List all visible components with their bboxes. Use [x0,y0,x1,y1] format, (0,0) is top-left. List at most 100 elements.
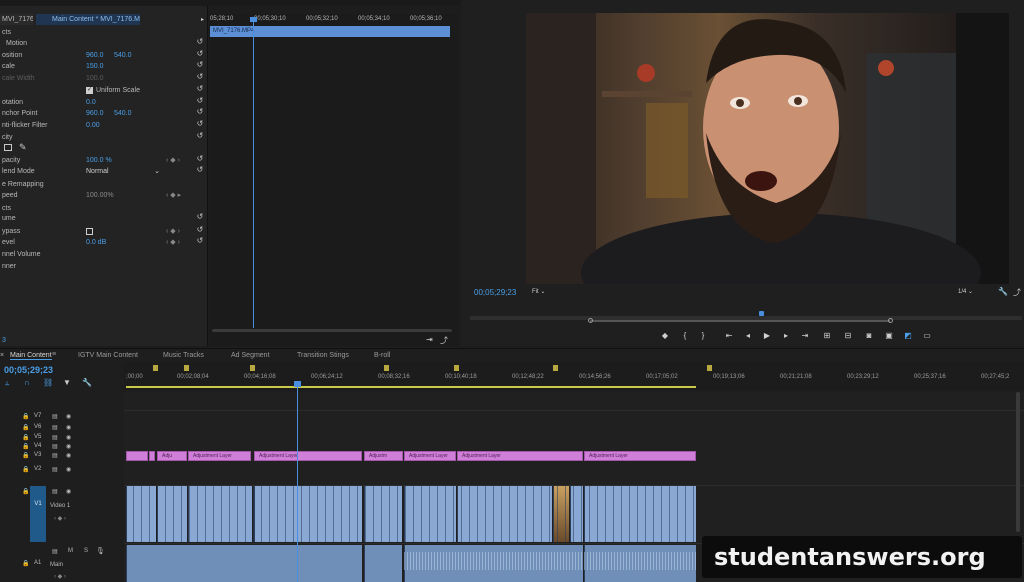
step-back-icon[interactable]: ◂ [743,331,753,340]
keyframe-nav-icon[interactable]: ‹ ◆ › [166,237,180,248]
source-patch-v1[interactable]: V1 [30,486,46,542]
eye-icon[interactable]: ◉ [66,413,71,420]
adjustment-layer-clip[interactable]: Adjustment Layer [584,451,696,461]
reset-icon[interactable]: ↺ [196,61,204,69]
sync-lock-icon[interactable]: ▤ [52,452,58,459]
reset-icon[interactable]: ↺ [196,226,204,234]
adjustment-layer-clip[interactable] [126,451,148,461]
vr-video-icon[interactable]: ◩ [903,331,913,340]
audio-clip[interactable] [364,545,402,582]
marker-icon[interactable] [153,365,158,371]
zoom-scroll-bar[interactable] [590,320,890,322]
timeline-playhead[interactable] [297,386,298,582]
program-timecode[interactable]: 00;05;29;23 [474,288,516,297]
tab-menu-icon[interactable]: ≡ [52,351,56,358]
timeline-settings-icon[interactable]: 🔧 [82,378,92,387]
reset-icon[interactable]: ↺ [196,213,204,221]
sync-lock-icon[interactable]: ▤ [52,466,58,473]
microphone-icon[interactable]: 🎙 [96,547,105,555]
lock-icon[interactable]: 🔒 [22,424,29,431]
eye-icon[interactable]: ◉ [66,434,71,441]
sync-lock-icon[interactable]: ▤ [52,488,58,495]
play-only-icon[interactable]: ▸ [201,16,204,23]
marker-icon[interactable] [553,365,558,371]
solo-icon[interactable]: S [84,548,88,554]
marker-icon[interactable] [184,365,189,371]
eye-icon[interactable]: ◉ [66,452,71,459]
eye-icon[interactable]: ◉ [66,488,71,495]
reset-icon[interactable]: ↺ [196,166,204,174]
lock-icon[interactable]: 🔒 [22,452,29,459]
adjustment-layer-clip[interactable] [149,451,155,461]
work-area-bar[interactable] [126,386,696,388]
tab-igtv-main-content[interactable]: IGTV Main Content [78,352,138,359]
play-icon[interactable]: ▶ [762,331,772,340]
fit-zoom-select[interactable]: Fit ⌄ [532,288,566,297]
tab-ad-segment[interactable]: Ad Segment [231,352,270,359]
reset-icon[interactable]: ↺ [196,38,204,46]
mini-zoom-scrollbar[interactable] [212,329,452,332]
zoom-handle-right[interactable] [888,318,893,323]
program-playhead[interactable] [759,311,764,316]
blend-mode-select[interactable]: Normal ⌄ [86,166,160,177]
eye-icon[interactable]: ◉ [66,424,71,431]
motion-effect-row[interactable]: Motion ↺ [0,38,208,49]
mask-shape-icon[interactable] [4,144,12,151]
lock-icon[interactable]: 🔒 [22,560,29,567]
bypass-row[interactable]: ypass ‹ ◆ › ↺ [0,226,208,237]
adjustment-layer-clip[interactable]: Adjustm [364,451,403,461]
adjustment-layer-clip[interactable]: Adjustment Layer [188,451,251,461]
sync-lock-icon[interactable]: ▤ [52,413,58,420]
sync-lock-icon[interactable]: ▤ [52,424,58,431]
marker-icon[interactable] [707,365,712,371]
lock-icon[interactable]: 🔒 [22,413,29,420]
filter-icon[interactable]: ⇥ [426,335,433,344]
reset-icon[interactable]: ↺ [196,97,204,105]
source-clip-tab[interactable]: MVI_7176.MP4 [0,14,33,25]
uniform-scale-checkbox[interactable]: ✓ [86,87,93,94]
sequence-clip-tab[interactable]: Main Content * MVI_7176.MP4 [36,14,140,25]
keyframe-nav-icon[interactable]: ‹ ◆ › [166,155,180,166]
linked-selection-icon[interactable]: ⛓ [43,378,53,387]
marker-icon[interactable] [250,365,255,371]
tab-transition-stings[interactable]: Transition Stings [297,352,349,359]
export-icon[interactable]: ⤴ [1013,287,1021,298]
add-marker-icon[interactable]: ◆ [660,331,670,340]
lock-icon[interactable]: 🔒 [22,434,29,441]
lock-icon[interactable]: 🔒 [22,443,29,450]
anti-flicker-row[interactable]: nti-flicker Filter 0.00 ↺ [0,120,208,131]
uniform-scale-row[interactable]: ✓ Uniform Scale ↺ [0,85,208,96]
eye-icon[interactable]: ◉ [66,443,71,450]
reset-icon[interactable]: ↺ [196,132,204,140]
add-marker-icon[interactable]: ▼ [63,378,71,387]
bypass-checkbox[interactable] [86,228,93,235]
marker-icon[interactable] [454,365,459,371]
mini-clip[interactable]: MVI_7176.MP4 [210,26,450,37]
reset-icon[interactable]: ↺ [196,120,204,128]
extract-icon[interactable]: ⊟ [843,331,853,340]
mini-playhead-handle[interactable] [250,17,257,22]
reset-icon[interactable]: ↺ [196,50,204,58]
keyframe-nav-icon[interactable]: ‹ ◆ › [54,573,66,580]
camera-icon[interactable]: ◙ [864,331,874,340]
export-frame-icon[interactable]: ⤴ [440,335,448,346]
audio-clip[interactable] [126,545,362,582]
resolution-select[interactable]: 1/4 ⌄ [958,288,988,297]
keyframe-nav-icon[interactable]: ‹ ◆ › [54,515,66,522]
scale-row[interactable]: cale 150.0 ↺ [0,61,208,72]
sync-lock-icon[interactable]: ▤ [52,434,58,441]
zoom-handle-left[interactable] [588,318,593,323]
tab-main-content[interactable]: Main Content [10,352,52,360]
timeline-vertical-scrollbar[interactable] [1016,392,1020,532]
timeline-timecode[interactable]: 00;05;29;23 [4,365,53,375]
mark-in-icon[interactable]: { [680,331,690,340]
speed-row[interactable]: peed 100.00% ‹ ◆ ▸ [0,190,208,201]
adjustment-layer-clip[interactable]: Adjustment Layer [254,451,362,461]
sync-lock-icon[interactable]: ▤ [52,548,58,555]
anchor-point-row[interactable]: nchor Point 960.0 540.0 ↺ [0,108,208,119]
comparison-view-icon[interactable]: ▣ [884,331,894,340]
lift-icon[interactable]: ⊞ [822,331,832,340]
nest-icon[interactable]: ⥿ [5,378,10,388]
reset-icon[interactable]: ↺ [196,108,204,116]
lock-icon[interactable]: 🔒 [22,466,29,473]
